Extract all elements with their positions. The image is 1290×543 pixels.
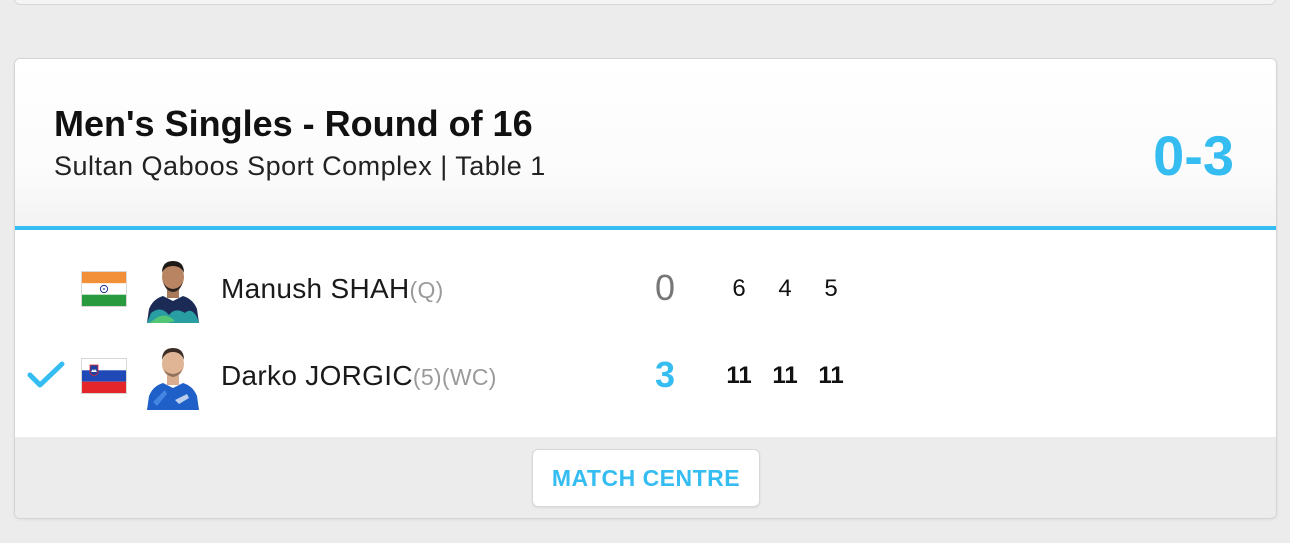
game-score-1: 11 xyxy=(726,362,752,389)
player-name[interactable]: Manush SHAH(Q) xyxy=(221,273,444,305)
player-seed: (5) xyxy=(412,364,442,390)
previous-match-card xyxy=(14,0,1276,5)
match-score: 0 xyxy=(654,267,676,308)
slovenia-flag-icon xyxy=(81,358,127,394)
player-avatar xyxy=(145,255,201,323)
match-centre-button[interactable]: MATCH CENTRE xyxy=(532,449,760,507)
game-score-2: 4 xyxy=(778,275,792,302)
game-score-3: 5 xyxy=(824,275,838,302)
winner-check-icon xyxy=(27,361,65,389)
player-row: Manush SHAH(Q) 0 6 4 5 xyxy=(15,249,1276,329)
match-card: Men's Singles - Round of 16 Sultan Qaboo… xyxy=(14,58,1277,519)
player-avatar xyxy=(145,342,201,410)
player-tag: (Q) xyxy=(409,277,444,303)
players-list: Manush SHAH(Q) 0 6 4 5 Darko JORGIC(5)(W… xyxy=(15,230,1276,437)
match-score: 3 xyxy=(654,354,676,395)
player-tag: (WC) xyxy=(441,364,497,390)
venue-table: Sultan Qaboos Sport Complex | Table 1 xyxy=(54,151,546,181)
player-name[interactable]: Darko JORGIC(5)(WC) xyxy=(221,360,497,392)
game-score-2: 11 xyxy=(772,362,798,389)
event-title: Men's Singles - Round of 16 xyxy=(54,103,533,144)
match-header: Men's Singles - Round of 16 Sultan Qaboo… xyxy=(15,59,1276,226)
player-row: Darko JORGIC(5)(WC) 3 11 11 11 xyxy=(15,336,1276,416)
game-score-3: 11 xyxy=(818,362,844,389)
game-score-1: 6 xyxy=(732,275,746,302)
overall-score: 0-3 xyxy=(1153,124,1234,187)
match-card-footer: MATCH CENTRE xyxy=(15,437,1276,518)
india-flag-icon xyxy=(81,271,127,307)
